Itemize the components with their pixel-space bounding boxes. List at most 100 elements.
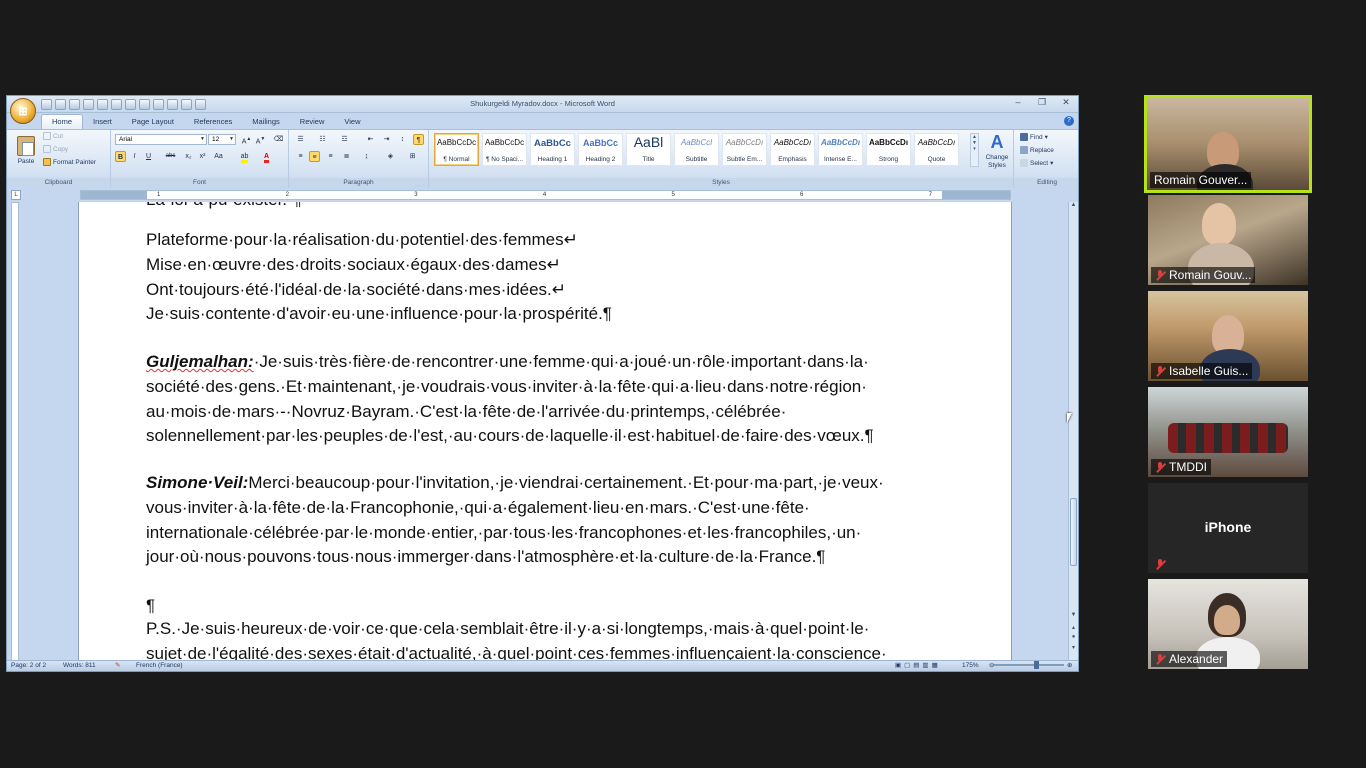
muted-microphone-icon <box>1155 365 1166 377</box>
horizontal-ruler-row: L 1 2 3 4 5 6 7 <box>7 188 1078 202</box>
line-spacing-icon[interactable]: ↨ <box>361 151 372 162</box>
tab-selector-icon[interactable]: L <box>11 190 21 200</box>
help-icon[interactable]: ? <box>1064 116 1074 126</box>
strikethrough-button[interactable]: abc <box>165 151 176 162</box>
proofing-icon[interactable]: ✎ <box>115 661 120 671</box>
tab-view[interactable]: View <box>334 115 370 129</box>
document-area[interactable]: La loi a pu exister. ¶ Plateforme·pour·l… <box>22 202 1070 662</box>
font-color-icon[interactable]: A <box>261 151 272 163</box>
style-emphasis[interactable]: AaBbCcDı Emphasis <box>770 133 815 166</box>
shrink-font-icon[interactable]: A▼ <box>255 134 266 145</box>
participant-name: Romain Gouver... <box>1150 172 1252 188</box>
vertical-scrollbar[interactable]: ▲ ▼ ▴ ● ▾ <box>1068 202 1078 662</box>
tab-mailings[interactable]: Mailings <box>242 115 290 129</box>
tab-review[interactable]: Review <box>290 115 335 129</box>
copy-button[interactable]: Copy <box>43 145 68 153</box>
underline-button[interactable]: U <box>143 151 154 162</box>
shading-icon[interactable]: ◈ <box>385 151 396 162</box>
participant-tile[interactable]: iPhone <box>1148 483 1308 573</box>
numbering-icon[interactable]: ☷ <box>317 134 328 145</box>
clear-formatting-icon[interactable]: ⌫ <box>273 134 284 145</box>
styles-group-label: Styles <box>429 178 1013 187</box>
office-button[interactable]: ⊞ <box>10 98 36 124</box>
zoom-out-icon[interactable]: ⊖ <box>989 661 994 671</box>
paragraph-group: ☰ ☷ ☲ ⇤ ⇥ ↕ ¶ ≡ ≡ ≡ ≣ ↨ ◈ ⊞ Paragraph <box>289 130 429 188</box>
tab-home[interactable]: Home <box>41 114 84 129</box>
horizontal-ruler[interactable]: 1 2 3 4 5 6 7 <box>80 190 1011 200</box>
zoom-in-icon[interactable]: ⊕ <box>1067 661 1072 671</box>
empty-paragraph: ¶ <box>146 596 156 615</box>
subscript-button[interactable]: x₂ <box>183 151 194 162</box>
bold-button[interactable]: B <box>115 151 126 162</box>
replace-button[interactable]: Replace <box>1020 146 1054 154</box>
scroll-up-icon[interactable]: ▲ <box>1069 202 1078 208</box>
tab-page-layout[interactable]: Page Layout <box>122 115 184 129</box>
muted-microphone-icon <box>1155 461 1166 473</box>
participant-tile[interactable]: Alexander <box>1148 579 1308 669</box>
bullets-icon[interactable]: ☰ <box>295 134 306 145</box>
paragraph-group-label: Paragraph <box>289 178 428 187</box>
format-painter-button[interactable]: Format Painter <box>43 158 96 166</box>
font-name-dropdown[interactable]: Arial ▼ <box>115 134 207 145</box>
tab-insert[interactable]: Insert <box>83 115 122 129</box>
change-styles-button[interactable]: A Change Styles <box>983 132 1011 170</box>
style-subtitle[interactable]: AaBbCcl Subtitle <box>674 133 719 166</box>
font-size-dropdown[interactable]: 12 ▼ <box>208 134 236 145</box>
participant-name <box>1151 557 1173 571</box>
restore-button[interactable]: ❐ <box>1036 97 1048 108</box>
font-group-label: Font <box>111 178 288 187</box>
align-right-icon[interactable]: ≡ <box>325 151 336 162</box>
style-quote[interactable]: AaBbCcDı Quote <box>914 133 959 166</box>
vertical-ruler <box>7 202 22 662</box>
justify-icon[interactable]: ≣ <box>341 151 352 162</box>
decrease-indent-icon[interactable]: ⇤ <box>365 134 376 145</box>
zoom-slider[interactable] <box>994 661 1064 669</box>
page-count[interactable]: Page: 2 of 2 <box>11 661 46 671</box>
multilevel-list-icon[interactable]: ☲ <box>339 134 350 145</box>
minimize-button[interactable]: – <box>1012 97 1024 108</box>
next-page-icon[interactable]: ▾ <box>1069 644 1078 651</box>
style-title[interactable]: AaBl Title <box>626 133 671 166</box>
style-subtle-emphasis[interactable]: AaBbCcDı Subtle Em... <box>722 133 767 166</box>
superscript-button[interactable]: x² <box>197 151 208 162</box>
document-page[interactable]: La loi a pu exister. ¶ Plateforme·pour·l… <box>79 202 1011 662</box>
italic-button[interactable]: I <box>129 151 140 162</box>
browse-object-icon[interactable]: ● <box>1069 634 1078 640</box>
align-center-icon[interactable]: ≡ <box>309 151 320 162</box>
highlight-color-icon[interactable]: ab <box>239 151 250 163</box>
increase-indent-icon[interactable]: ⇥ <box>381 134 392 145</box>
style-normal[interactable]: AaBbCcDc ¶ Normal <box>434 133 479 166</box>
styles-gallery-scroll[interactable]: ▲ ▼ ▾ <box>970 133 979 167</box>
zoom-level[interactable]: 175% <box>962 661 979 671</box>
window-controls: – ❐ ✕ <box>1012 97 1072 108</box>
paste-button[interactable]: Paste <box>13 134 39 168</box>
previous-page-icon[interactable]: ▴ <box>1069 624 1078 631</box>
word-count[interactable]: Words: 811 <box>63 661 96 671</box>
borders-icon[interactable]: ⊞ <box>407 151 418 162</box>
scroll-down-icon[interactable]: ▼ <box>1069 612 1078 618</box>
participant-tile[interactable]: Romain Gouv... <box>1148 195 1308 285</box>
show-formatting-marks-icon[interactable]: ¶ <box>413 134 424 145</box>
style-no-spacing[interactable]: AaBbCcDc ¶ No Spaci... <box>482 133 527 166</box>
find-button[interactable]: Find ▾ <box>1020 133 1048 141</box>
align-left-icon[interactable]: ≡ <box>295 151 306 162</box>
grow-font-icon[interactable]: A▲ <box>241 134 252 145</box>
sort-icon[interactable]: ↕ <box>397 134 408 145</box>
participant-tile[interactable]: Isabelle Guis... <box>1148 291 1308 381</box>
tab-references[interactable]: References <box>184 115 242 129</box>
ps-paragraph: P.S.·Je·suis·heureux·de·voir·ce·que·cela… <box>146 619 887 662</box>
change-case-button[interactable]: Aa <box>213 151 224 162</box>
participant-tile[interactable]: TMDDI <box>1148 387 1308 477</box>
language-indicator[interactable]: French (France) <box>136 661 183 671</box>
style-intense-emphasis[interactable]: AaBbCcDı Intense E... <box>818 133 863 166</box>
select-button[interactable]: Select ▾ <box>1020 159 1053 167</box>
style-strong[interactable]: AaBbCcDı Strong <box>866 133 911 166</box>
close-button[interactable]: ✕ <box>1060 97 1072 108</box>
participant-tile-active-speaker[interactable]: Romain Gouver... <box>1144 95 1312 193</box>
view-buttons-icon[interactable]: ▣▢▤▥▦ <box>895 661 941 671</box>
style-heading-1[interactable]: AaBbCc Heading 1 <box>530 133 575 166</box>
chevron-down-icon: ▼ <box>229 136 234 142</box>
cut-button[interactable]: Cut <box>43 132 63 140</box>
scrollbar-thumb[interactable] <box>1070 498 1077 566</box>
style-heading-2[interactable]: AaBbCc Heading 2 <box>578 133 623 166</box>
